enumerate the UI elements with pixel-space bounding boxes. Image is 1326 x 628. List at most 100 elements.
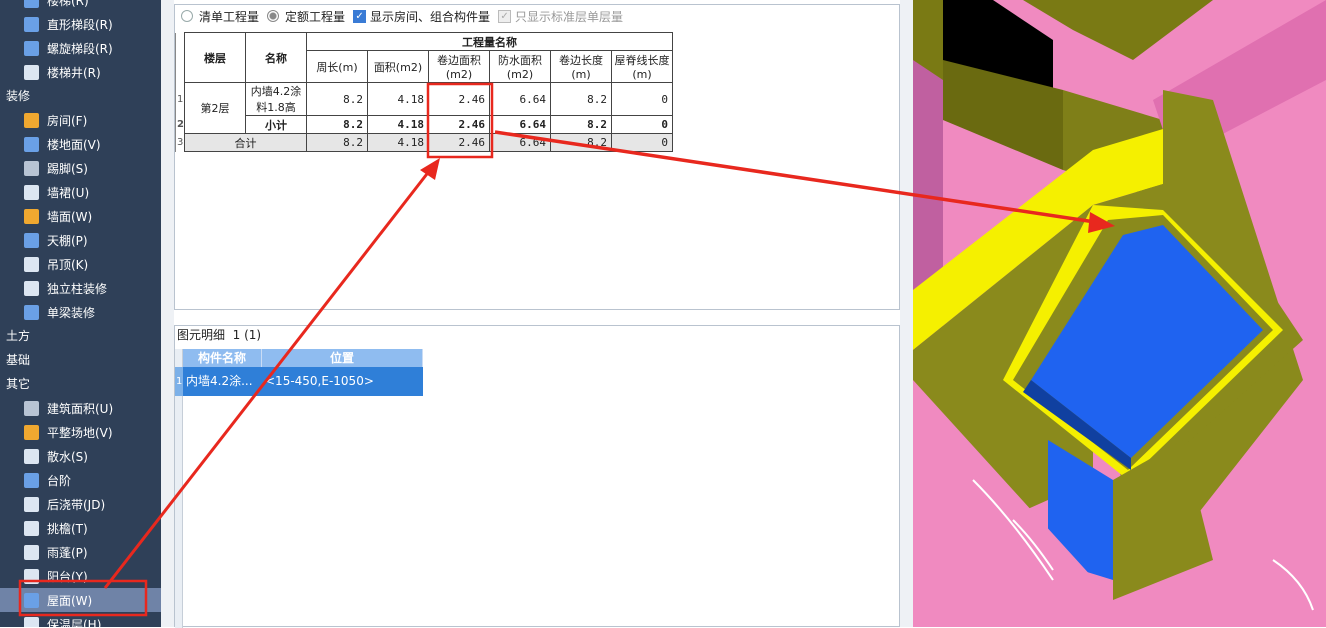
sidebar-item-label: 楼梯井(R) — [47, 65, 101, 80]
3d-view[interactable] — [913, 0, 1326, 627]
sidebar-group-earth[interactable]: 土方 — [0, 324, 161, 348]
cell-value[interactable]: 2.46 — [427, 115, 490, 134]
sidebar-item-post-pour-strip[interactable]: 后浇带(JD) — [0, 492, 161, 516]
cell-value[interactable]: 4.18 — [366, 115, 429, 134]
header-col: 卷边面积(m2) — [427, 50, 490, 83]
subtotal-row[interactable]: 2 小计 8.2 4.18 2.46 6.64 8.2 0 — [175, 115, 673, 134]
cell-component-name[interactable]: 内墙4.2涂... — [183, 367, 262, 396]
sidebar-item-label: 墙裙(U) — [47, 185, 90, 200]
sidebar-item-insulation[interactable]: 保温层(H) — [0, 612, 161, 627]
stair-icon — [24, 0, 39, 8]
cell-value[interactable]: 0 — [610, 115, 673, 134]
header-floor: 楼层 — [183, 32, 246, 83]
sidebar-group-decoration[interactable]: 装修 — [0, 84, 161, 108]
cell-value[interactable]: 0 — [610, 82, 673, 116]
sidebar-item-stair[interactable]: 楼梯(R) — [0, 0, 161, 12]
sidebar-item-ceiling[interactable]: 天棚(P) — [0, 228, 161, 252]
sidebar-item-label: 楼梯(R) — [47, 0, 89, 8]
row-number: 2 — [175, 115, 185, 134]
cell-value[interactable]: 6.64 — [488, 82, 551, 116]
cell-value[interactable]: 6.64 — [488, 115, 551, 134]
cell-value[interactable]: 4.18 — [366, 133, 429, 152]
sidebar-item-label: 楼地面(V) — [47, 137, 101, 152]
table-row[interactable]: 1 第2层 内墙4.2涂料1.8高 8.2 4.18 2.46 6.64 8.2… — [175, 82, 673, 134]
sidebar-item-room[interactable]: 房间(F) — [0, 108, 161, 132]
sidebar-item-balcony[interactable]: 阳台(Y) — [0, 564, 161, 588]
spiral-flight-icon — [24, 40, 39, 56]
sidebar-item-label: 保温层(H) — [47, 617, 102, 628]
quantity-table: 楼层 名称 工程量名称 周长(m) 面积(m2) 卷边面积(m2) 防水面积(m… — [175, 32, 673, 152]
canopy-icon — [24, 544, 39, 560]
sidebar-item-straight-flight[interactable]: 直形梯段(R) — [0, 12, 161, 36]
stair-well-icon — [24, 64, 39, 80]
sidebar-item-label: 建筑面积(U) — [47, 401, 114, 416]
cell-value[interactable]: 0 — [610, 133, 673, 152]
cell-total-label: 合计 — [183, 133, 307, 152]
std-floor-only-checkbox[interactable]: ✓ 只显示标准层单层量 — [498, 8, 623, 25]
detail-row-selected[interactable]: 1 内墙4.2涂... <15-450,E-1050> — [175, 367, 423, 396]
sidebar-item-wall-face[interactable]: 墙面(W) — [0, 204, 161, 228]
cell-value[interactable]: 8.2 — [305, 82, 368, 116]
cell-value[interactable]: 8.2 — [305, 133, 368, 152]
sidebar-item-eave[interactable]: 挑檐(T) — [0, 516, 161, 540]
header-position[interactable]: 位置 — [262, 349, 423, 367]
3d-model-drawing — [913, 0, 1326, 627]
sidebar-item-label: 踢脚(S) — [47, 161, 88, 176]
total-row[interactable]: 3 合计 8.2 4.18 2.46 6.64 8.2 0 — [175, 133, 673, 152]
sidebar-item-label: 屋面(W) — [47, 593, 93, 608]
cell-position[interactable]: <15-450,E-1050> — [262, 367, 423, 396]
sidebar-item-steps[interactable]: 台阶 — [0, 468, 161, 492]
quantity-panel: 清单工程量 定额工程量 ✓ 显示房间、组合构件量 ✓ 只显示标准层单层量 楼层 名称… — [174, 4, 900, 310]
suspended-ceiling-icon — [24, 256, 39, 272]
sidebar-item-stair-well[interactable]: 楼梯井(R) — [0, 60, 161, 84]
row-number: 1 — [175, 367, 183, 396]
cell-value[interactable]: 2.46 — [427, 82, 490, 116]
cell-value[interactable]: 2.46 — [427, 133, 490, 152]
quota-qty-radio[interactable]: 定额工程量 — [267, 8, 345, 25]
sidebar-group-foundation[interactable]: 基础 — [0, 348, 161, 372]
sidebar-item-spiral-flight[interactable]: 螺旋梯段(R) — [0, 36, 161, 60]
cell-value[interactable]: 6.64 — [488, 133, 551, 152]
eave-icon — [24, 520, 39, 536]
site-leveling-icon — [24, 424, 39, 440]
cell-value[interactable]: 8.2 — [305, 115, 368, 134]
sidebar-item-column-finish[interactable]: 独立柱装修 — [0, 276, 161, 300]
detail-title: 图元明细 1 (1) — [175, 326, 899, 344]
show-room-checkbox[interactable]: ✓ 显示房间、组合构件量 — [353, 8, 490, 25]
cell-value[interactable]: 8.2 — [549, 115, 612, 134]
sidebar-item-wainscot[interactable]: 墙裙(U) — [0, 180, 161, 204]
sidebar-group-other[interactable]: 其它 — [0, 372, 161, 396]
cell-floor[interactable]: 第2层 — [183, 82, 246, 134]
sidebar-item-beam-finish[interactable]: 单梁装修 — [0, 300, 161, 324]
header-col: 屋脊线长度(m) — [610, 50, 673, 83]
cell-value[interactable]: 4.18 — [366, 82, 429, 116]
row-number: 1 — [175, 82, 185, 116]
insulation-icon — [24, 616, 39, 627]
sidebar-item-roof[interactable]: 屋面(W) — [0, 588, 161, 612]
sidebar-item-label: 直形梯段(R) — [47, 17, 113, 32]
sidebar-item-site-leveling[interactable]: 平整场地(V) — [0, 420, 161, 444]
sidebar-item-label: 后浇带(JD) — [47, 497, 106, 512]
cell-subtotal-label: 小计 — [244, 115, 307, 134]
detail-count: 1 (1) — [232, 328, 262, 342]
header-col: 周长(m) — [305, 50, 368, 83]
wainscot-icon — [24, 184, 39, 200]
header-name: 名称 — [244, 32, 307, 83]
post-pour-strip-icon — [24, 496, 39, 512]
sidebar-item-canopy[interactable]: 雨蓬(P) — [0, 540, 161, 564]
skirting-icon — [24, 160, 39, 176]
sidebar-item-floor[interactable]: 楼地面(V) — [0, 132, 161, 156]
sidebar-item-suspended-ceiling[interactable]: 吊顶(K) — [0, 252, 161, 276]
cell-value[interactable]: 8.2 — [549, 82, 612, 116]
floor-icon — [24, 136, 39, 152]
header-component-name[interactable]: 构件名称 — [183, 349, 262, 367]
cell-value[interactable]: 8.2 — [549, 133, 612, 152]
balcony-icon — [24, 568, 39, 584]
sidebar-item-skirting[interactable]: 踢脚(S) — [0, 156, 161, 180]
header-col: 卷边长度(m) — [549, 50, 612, 83]
bill-qty-radio[interactable]: 清单工程量 — [181, 8, 259, 25]
sidebar-item-apron[interactable]: 散水(S) — [0, 444, 161, 468]
cell-name[interactable]: 内墙4.2涂料1.8高 — [244, 82, 307, 116]
sidebar-item-building-area[interactable]: 建筑面积(U) — [0, 396, 161, 420]
roof-icon — [24, 592, 39, 608]
